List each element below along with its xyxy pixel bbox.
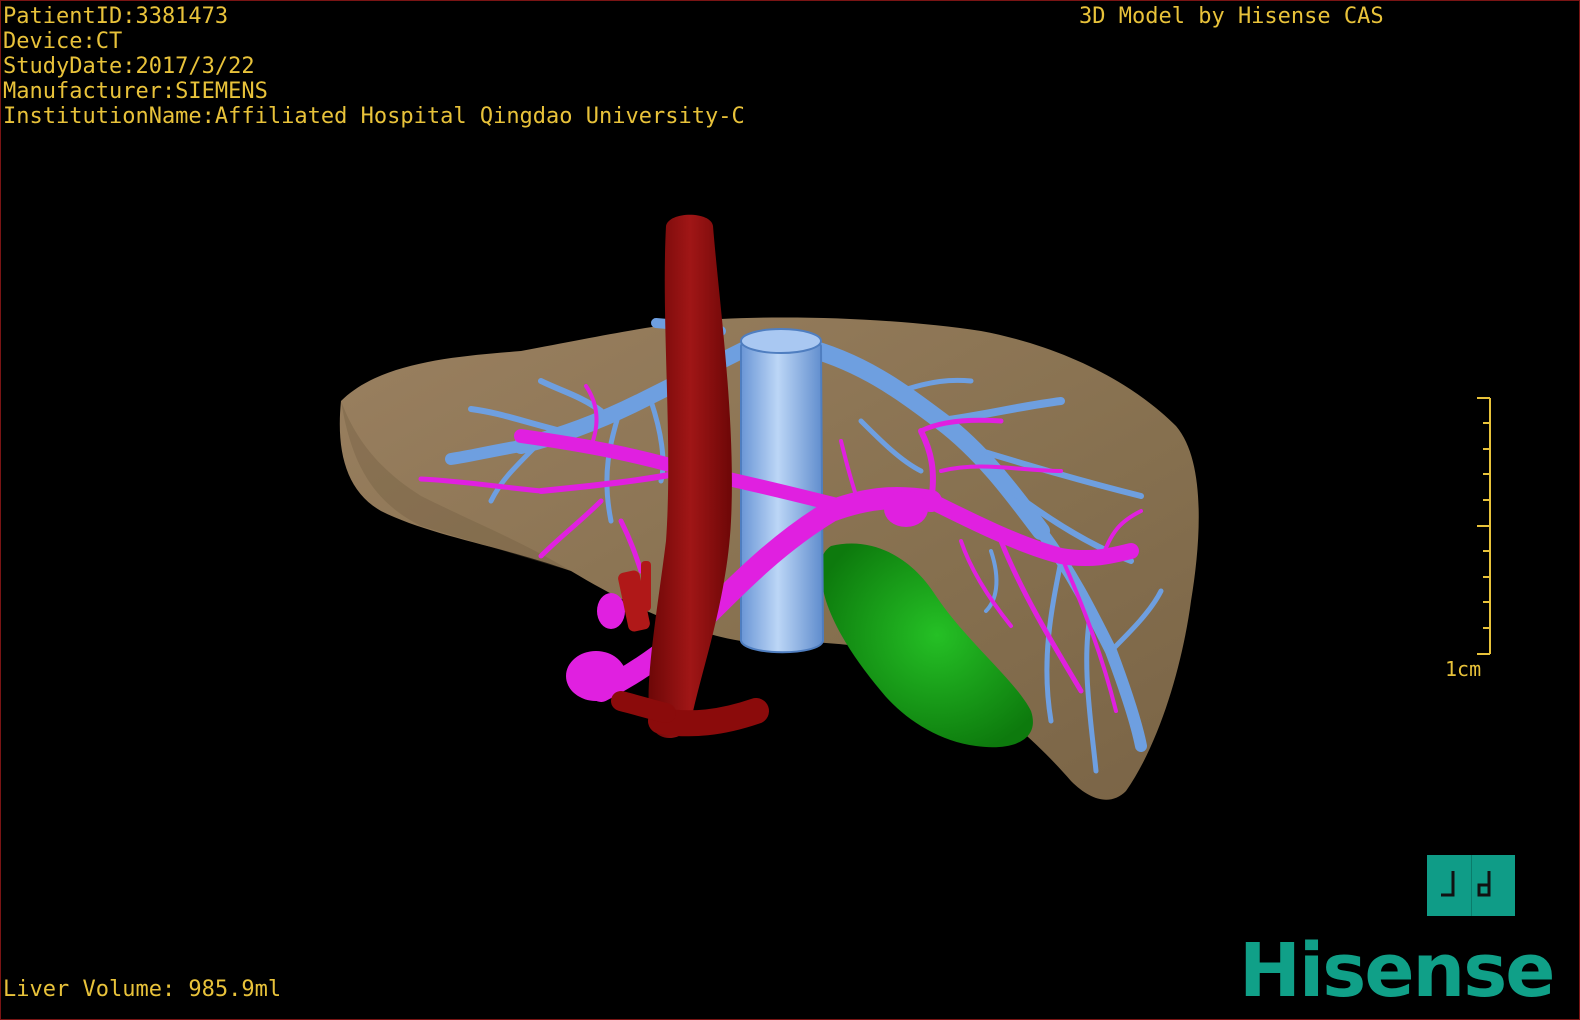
model-credit-label: 3D Model by Hisense CAS (1079, 4, 1384, 29)
scale-ruler (1477, 397, 1491, 655)
device-label: Device:CT (3, 29, 123, 54)
hisense-badge-icon (1427, 855, 1515, 916)
hisense-logo: Hisense (1239, 928, 1555, 1014)
liver-volume-label: Liver Volume: 985.9ml (3, 977, 282, 1002)
manufacturer-label: Manufacturer:SIEMENS (3, 79, 268, 104)
liver-3d-model[interactable] (1, 1, 1580, 1020)
study-date-label: StudyDate:2017/3/22 (3, 54, 255, 79)
scale-label: 1cm (1445, 657, 1482, 681)
3d-viewport[interactable]: PatientID:3381473 Device:CT StudyDate:20… (0, 0, 1580, 1020)
patient-id-label: PatientID:3381473 (3, 4, 229, 29)
institution-label: InstitutionName:Affiliated Hospital Qing… (3, 104, 745, 129)
